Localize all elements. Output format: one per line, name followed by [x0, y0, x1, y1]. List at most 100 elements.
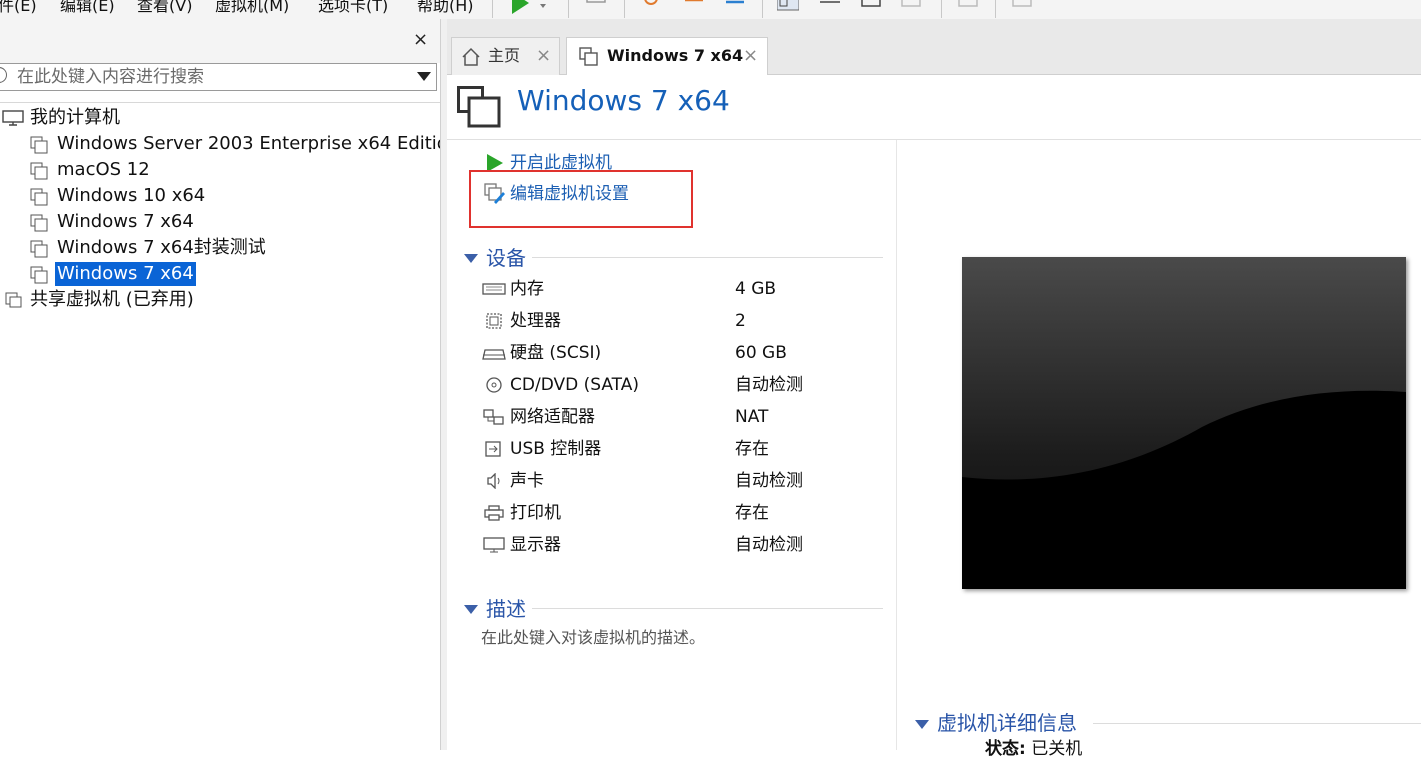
thumbnail-bar-icon[interactable] — [819, 0, 841, 14]
vm-icon — [30, 136, 48, 154]
device-value: 60 GB — [735, 343, 787, 363]
tree-item-shared-vms[interactable]: 共享虚拟机 (已弃用) — [0, 288, 440, 312]
highlight-annotation — [469, 170, 693, 228]
hard-disk-icon — [482, 349, 506, 360]
device-row-network-adapter[interactable]: 网络适配器 NAT — [480, 405, 880, 429]
device-row-processor[interactable]: 处理器 2 — [480, 309, 880, 333]
home-icon — [462, 47, 480, 66]
device-value: 自动检测 — [735, 375, 803, 395]
tree-item-vm[interactable]: Windows 10 x64 — [0, 184, 440, 208]
menubar-toolbar: 件(E) 编辑(E) 查看(V) 虚拟机(M) 选项卡(T) 帮助(H) — [0, 0, 1421, 19]
device-name: 内存 — [510, 279, 544, 299]
device-value: 4 GB — [735, 279, 777, 299]
vm-preview-screen — [962, 257, 1406, 589]
play-icon[interactable] — [509, 0, 531, 14]
tree-item-vm[interactable]: macOS 12 — [0, 158, 440, 182]
shared-vm-icon — [5, 292, 22, 308]
device-row-sound-card[interactable]: 声卡 自动检测 — [480, 469, 880, 493]
device-row-memory[interactable]: 内存 4 GB — [480, 277, 880, 301]
divider — [532, 257, 883, 258]
display-icon — [483, 537, 505, 553]
library-close-icon[interactable]: × — [413, 30, 428, 50]
snapshot-icon[interactable] — [640, 0, 662, 14]
device-value: 存在 — [735, 503, 769, 523]
tree-item-vm[interactable]: Windows Server 2003 Enterprise x64 Editi… — [0, 132, 459, 156]
tab-close-icon[interactable]: × — [536, 38, 551, 74]
vm-icon — [579, 47, 598, 66]
cd-dvd-icon — [486, 377, 502, 393]
vm-large-icon — [457, 86, 501, 128]
menu-help[interactable]: 帮助(H) — [417, 0, 474, 16]
tree-item-label: Windows Server 2003 Enterprise x64 Editi… — [57, 133, 460, 154]
device-row-usb[interactable]: USB 控制器 存在 — [480, 437, 880, 461]
tab-close-icon[interactable]: × — [743, 38, 758, 74]
revert-snapshot-icon[interactable] — [683, 0, 705, 14]
device-name: 声卡 — [510, 471, 544, 491]
vm-icon — [30, 188, 48, 206]
collapse-arrow-icon[interactable] — [464, 605, 478, 614]
tree-item-label: Windows 7 x64封装测试 — [57, 237, 266, 258]
full-screen-icon[interactable] — [860, 0, 882, 14]
usb-icon — [485, 441, 501, 457]
vm-icon — [30, 240, 48, 258]
stretch-icon[interactable] — [1011, 0, 1033, 14]
divider — [0, 102, 440, 103]
tree-item-vm-selected[interactable]: Windows 7 x64 — [0, 262, 440, 286]
device-value: 2 — [735, 311, 746, 331]
collapse-arrow-icon[interactable] — [464, 254, 478, 263]
device-row-cd-dvd[interactable]: CD/DVD (SATA) 自动检测 — [480, 373, 880, 397]
vm-preview-thumbnail[interactable] — [962, 257, 1406, 589]
description-header[interactable]: 描述 — [486, 597, 526, 621]
description-text[interactable]: 在此处键入对该虚拟机的描述。 — [481, 627, 705, 649]
tree-item-vm[interactable]: Windows 7 x64封装测试 — [0, 236, 440, 260]
library-search-box[interactable] — [0, 63, 437, 91]
tab-home[interactable]: 主页 × — [451, 37, 560, 75]
tab-windows-7-x64[interactable]: Windows 7 x64 × — [566, 37, 768, 76]
device-name: 硬盘 (SCSI) — [510, 343, 602, 363]
send-keys-icon[interactable] — [585, 0, 607, 14]
menu-view[interactable]: 查看(V) — [137, 0, 192, 16]
tab-label: Windows 7 x64 — [607, 46, 744, 65]
computer-icon — [2, 110, 24, 126]
menu-vm[interactable]: 虚拟机(M) — [215, 0, 289, 16]
search-dropdown-icon[interactable] — [417, 72, 431, 81]
menu-tabs[interactable]: 选项卡(T) — [318, 0, 388, 16]
device-name: 网络适配器 — [510, 407, 595, 427]
show-library-icon[interactable] — [777, 0, 799, 14]
unity-icon[interactable] — [900, 0, 922, 14]
device-name: 显示器 — [510, 535, 561, 555]
device-name: CD/DVD (SATA) — [510, 375, 639, 395]
device-value: 自动检测 — [735, 535, 803, 555]
device-name: 处理器 — [510, 311, 561, 331]
snapshot-manager-icon[interactable] — [724, 0, 746, 14]
device-name: 打印机 — [510, 503, 561, 523]
vm-icon — [30, 162, 48, 180]
vm-title: Windows 7 x64 — [517, 84, 730, 117]
tree-item-my-computer[interactable]: 我的计算机 — [0, 106, 440, 130]
divider — [1093, 723, 1421, 724]
network-adapter-icon — [483, 409, 504, 425]
search-icon — [0, 67, 7, 83]
processor-icon — [486, 313, 502, 329]
tree-item-label: 共享虚拟机 (已弃用) — [30, 289, 194, 310]
device-value: 存在 — [735, 439, 769, 459]
tree-item-label: 我的计算机 — [30, 107, 120, 128]
status-value: 已关机 — [1031, 739, 1083, 759]
tree-item-vm[interactable]: Windows 7 x64 — [0, 210, 440, 234]
sound-card-icon — [487, 473, 500, 489]
menu-edit[interactable]: 编辑(E) — [60, 0, 115, 16]
vm-icon — [30, 266, 48, 284]
device-row-display[interactable]: 显示器 自动检测 — [480, 533, 880, 557]
device-name: USB 控制器 — [510, 439, 602, 459]
menu-file[interactable]: 件(E) — [0, 0, 37, 16]
library-search-input[interactable] — [17, 64, 407, 90]
play-dropdown-icon[interactable] — [538, 0, 548, 14]
tree-item-label: Windows 7 x64 — [57, 211, 194, 232]
vm-details-header[interactable]: 虚拟机详细信息 — [937, 711, 1077, 735]
collapse-arrow-icon[interactable] — [915, 720, 929, 729]
console-view-icon[interactable] — [957, 0, 979, 14]
pane-splitter[interactable] — [440, 19, 447, 750]
device-row-hard-disk[interactable]: 硬盘 (SCSI) 60 GB — [480, 341, 880, 365]
devices-header[interactable]: 设备 — [486, 246, 526, 270]
device-row-printer[interactable]: 打印机 存在 — [480, 501, 880, 525]
